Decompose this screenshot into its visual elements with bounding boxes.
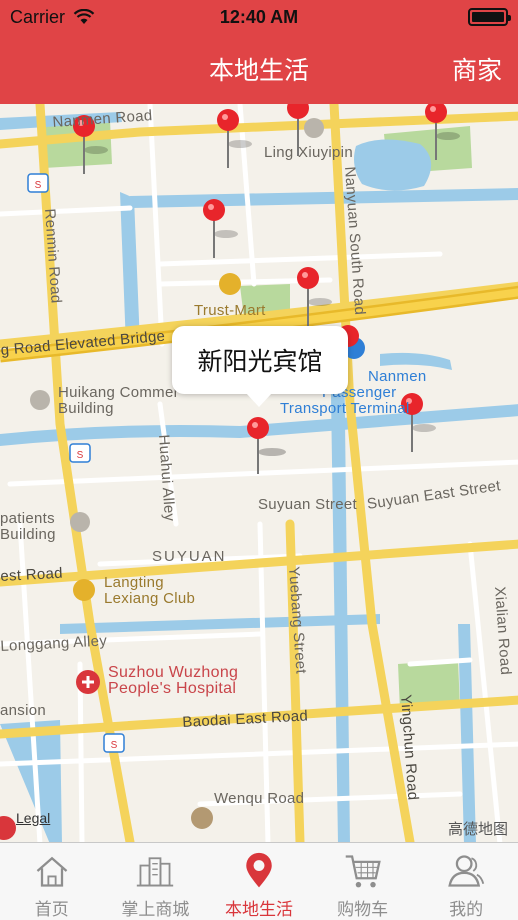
merchants-button[interactable]: 商家	[452, 51, 502, 87]
tab-shop[interactable]: 掌上商城	[104, 843, 208, 920]
tab-shop-label: 掌上商城	[121, 900, 190, 919]
tab-bar: 首页 掌上商城 本地生活 购物车 我的	[0, 842, 518, 920]
map-label-lexiang-club: Lexiang Club	[104, 590, 196, 607]
map-label-outpatients: patients	[0, 510, 55, 527]
map-label-langting: Langting	[104, 574, 164, 591]
carrier-label: Carrier	[10, 6, 66, 27]
map-provider-logo: 高德地图	[447, 821, 508, 838]
map-canvas: S S S	[0, 104, 518, 842]
location-pin-icon	[246, 852, 272, 888]
map-label-trust-mart: Trust-Mart	[194, 302, 266, 319]
nav-bar: 本地生活 商家	[0, 34, 518, 104]
legal-link[interactable]: Legal	[16, 810, 50, 826]
tab-home[interactable]: 首页	[0, 843, 104, 920]
cart-icon	[345, 855, 381, 888]
page-title: 本地生活	[208, 57, 309, 85]
home-icon	[36, 856, 68, 887]
map-label-outpatients-building: Building	[0, 526, 56, 543]
status-bar: Carrier 12:40 AM	[0, 0, 518, 34]
tab-mine[interactable]: 我的	[414, 843, 518, 920]
svg-text:S: S	[35, 180, 42, 191]
map-view[interactable]: S S S Nanmen Road Ling Xiuyipin Renmin R…	[0, 104, 518, 842]
svg-text:S: S	[111, 740, 118, 751]
map-label-nanmen: Nanmen	[368, 368, 427, 385]
map-label-ansion: ansion	[0, 702, 47, 719]
tab-home-label: 首页	[34, 900, 69, 919]
battery-icon	[468, 8, 511, 26]
tab-cart[interactable]: 购物车	[311, 843, 415, 920]
tab-local-life-label: 本地生活	[224, 900, 293, 919]
svg-text:S: S	[77, 450, 84, 461]
map-label-suyuan-district: SUYUAN	[152, 548, 227, 565]
map-label-suyuan-street: Suyuan Street	[258, 496, 357, 513]
map-label-wenqu-road: Wenqu Road	[214, 790, 305, 807]
map-label-west-road: est Road	[0, 564, 64, 585]
map-label-ling-xiuyipin: Ling Xiuyipin	[264, 144, 353, 161]
wifi-icon	[73, 9, 95, 24]
map-callout-hotel[interactable]: 新阳光宾馆	[172, 326, 348, 407]
map-label-huikang-building: Building	[58, 400, 114, 417]
map-label-transport-terminal: Transport Terminal	[280, 400, 410, 417]
status-left: Carrier	[10, 7, 95, 28]
tab-mine-label: 我的	[449, 900, 484, 919]
tab-cart-label: 购物车	[337, 900, 389, 919]
user-icon	[448, 855, 485, 887]
map-label-hospital-line2: People's Hospital	[108, 680, 237, 697]
tab-local-life[interactable]: 本地生活	[207, 843, 311, 920]
map-label-huikang: Huikang Commer	[58, 384, 179, 401]
shop-icon	[137, 857, 174, 887]
